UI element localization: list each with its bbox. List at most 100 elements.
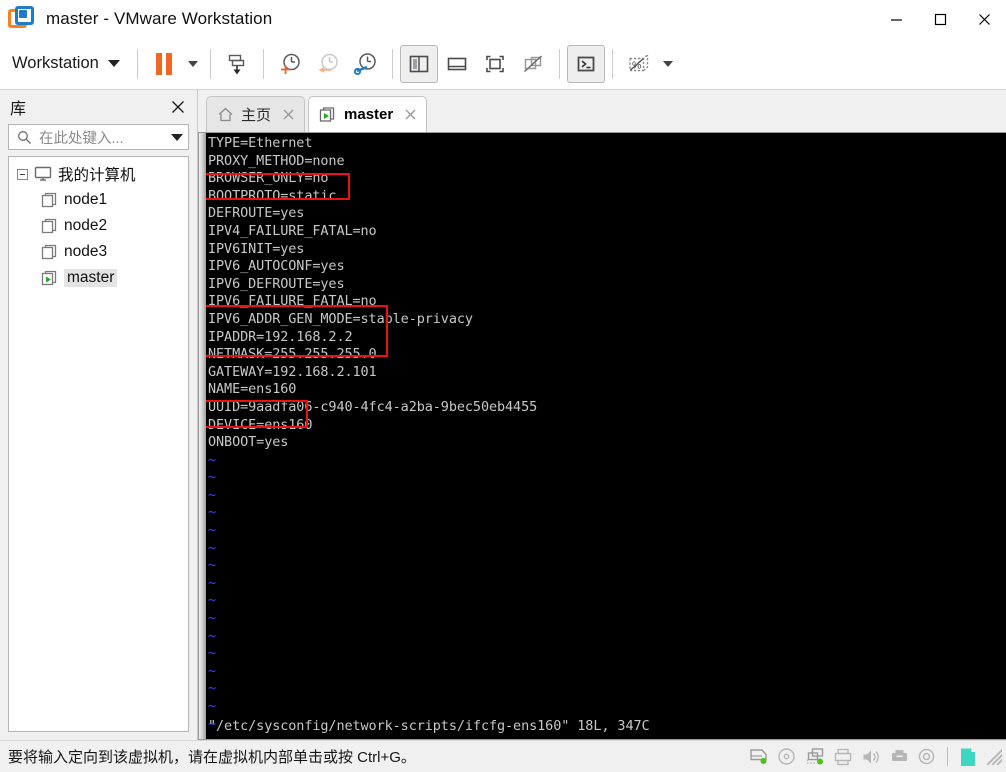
terminal-line: GATEWAY=192.168.2.101 <box>208 363 377 380</box>
library-close-button[interactable] <box>167 96 189 118</box>
library-tree: 我的计算机 node1 node2 node3 master <box>8 156 189 732</box>
terminal-line: PROXY_METHOD=none <box>208 152 345 169</box>
terminal-empty-line-marker: ~ <box>208 486 217 503</box>
maximize-button[interactable] <box>918 0 962 38</box>
status-divider <box>947 747 948 766</box>
terminal-line: IPADDR=192.168.2.2 <box>208 328 353 345</box>
snapshot-manager-icon <box>353 52 376 75</box>
terminal-line: DEVICE=ens160 <box>208 416 313 433</box>
show-thumbnails-button[interactable] <box>438 45 476 83</box>
snapshot-add-icon <box>280 53 300 74</box>
library-panel: 库 在此处键入... 我的计算机 node1 node2 node3 maste… <box>0 90 198 740</box>
vm-scrollbar[interactable] <box>199 133 206 739</box>
status-bar: 要将输入定向到该虚拟机，请在虚拟机内部单击或按 Ctrl+G。 <box>0 740 1006 772</box>
take-snapshot-button[interactable] <box>271 45 309 83</box>
status-message: 要将输入定向到该虚拟机，请在虚拟机内部单击或按 Ctrl+G。 <box>8 749 416 766</box>
close-button[interactable] <box>962 0 1006 38</box>
terminal-line: IPV6INIT=yes <box>208 240 305 257</box>
stretch-dropdown-button[interactable] <box>658 45 678 83</box>
tab-home[interactable]: 主页 <box>206 96 306 132</box>
sidebar-item-my-computer[interactable]: 我的计算机 <box>9 161 188 187</box>
sidebar-item-label: node2 <box>64 217 108 234</box>
vm-icon <box>41 244 57 260</box>
sidebar-item-node1[interactable]: node1 <box>9 187 188 213</box>
title-bar: master - VMware Workstation <box>0 0 1006 38</box>
power-dropdown-button[interactable] <box>183 45 203 83</box>
workstation-menu-button[interactable]: Workstation <box>6 48 130 79</box>
vm-running-icon <box>41 270 57 286</box>
toolbar-divider <box>611 48 613 79</box>
printer-status-icon[interactable] <box>830 744 856 770</box>
expander-icon[interactable] <box>17 168 28 180</box>
guest-terminal[interactable]: TYPE=Ethernet PROXY_METHOD=none BROWSER_ON… <box>206 133 1006 739</box>
toolbar-divider <box>262 48 264 79</box>
terminal-line: IPV6_AUTOCONF=yes <box>208 258 345 275</box>
home-icon <box>218 107 233 122</box>
sound-card-status-icon[interactable] <box>858 744 884 770</box>
search-input[interactable]: 在此处键入... <box>39 127 164 148</box>
vmware-logo-icon <box>8 5 34 32</box>
library-search-wrap: 在此处键入... <box>0 124 197 156</box>
terminal-line: NETMASK=255.255.255.0 <box>208 346 377 363</box>
terminal-line: UUID=9aadfa06-c940-4fc4-a2ba-9bec50eb445… <box>208 398 538 415</box>
fullscreen-button[interactable] <box>476 45 514 83</box>
terminal-line: ONBOOT=yes <box>208 434 289 451</box>
sidebar-item-node2[interactable]: node2 <box>9 213 188 239</box>
workspace: 库 在此处键入... 我的计算机 node1 node2 node3 maste… <box>0 90 1006 740</box>
terminal-empty-line-marker: ~ <box>208 698 217 714</box>
terminal-empty-line-marker: ~ <box>208 469 217 486</box>
vm-icon <box>41 218 57 234</box>
network-adapter-status-icon[interactable] <box>802 744 828 770</box>
terminal-empty-line-marker: ~ <box>208 610 217 627</box>
revert-snapshot-button[interactable] <box>309 45 347 83</box>
workstation-menu-label: Workstation <box>12 54 99 72</box>
close-icon <box>405 109 416 120</box>
sidebar-item-master[interactable]: master <box>9 265 188 291</box>
show-library-button[interactable] <box>399 44 438 83</box>
sidebar-item-label: master <box>64 269 118 287</box>
terminal-empty-line-marker: ~ <box>208 557 217 574</box>
suspend-vm-button[interactable] <box>145 45 183 83</box>
toolbar-divider <box>558 48 560 79</box>
terminal-empty-line-marker: ~ <box>208 662 217 679</box>
manage-snapshot-button[interactable] <box>218 45 256 83</box>
toolbar-divider <box>391 48 393 79</box>
vm-console[interactable]: TYPE=Ethernet PROXY_METHOD=none BROWSER_ON… <box>198 132 1006 740</box>
terminal-empty-line-marker: ~ <box>208 645 217 662</box>
console-view-button[interactable] <box>566 44 605 83</box>
terminal-content: TYPE=Ethernet PROXY_METHOD=none BROWSER_ON… <box>208 135 1006 739</box>
tab-master[interactable]: master <box>308 96 428 132</box>
terminal-line: IPV6_DEFROUTE=yes <box>208 275 345 292</box>
snapshot-icon <box>228 54 245 74</box>
chevron-down-icon[interactable] <box>171 133 183 141</box>
fullscreen-icon <box>486 55 504 72</box>
snapshot-revert-icon <box>318 53 338 73</box>
display-status-icon[interactable] <box>955 744 981 770</box>
window-title: master - VMware Workstation <box>46 8 273 28</box>
search-icon <box>18 130 31 144</box>
camera-status-icon[interactable] <box>914 744 940 770</box>
resize-grip-icon[interactable] <box>986 748 1002 765</box>
sidebar-item-node3[interactable]: node3 <box>9 239 188 265</box>
thumbnail-bar-icon <box>447 57 467 70</box>
terminal-empty-line-marker: ~ <box>208 522 217 539</box>
terminal-line: BOOTPROTO=static <box>208 187 337 204</box>
minimize-button[interactable] <box>874 0 918 38</box>
terminal-line: DEFROUTE=yes <box>208 205 305 222</box>
main-toolbar: Workstation % <box>0 38 1006 90</box>
snapshot-manager-button[interactable] <box>347 45 385 83</box>
tab-close-button[interactable] <box>280 107 296 123</box>
unity-mode-button[interactable] <box>514 45 552 83</box>
stretch-guest-button[interactable]: % <box>620 45 658 83</box>
library-search-box[interactable]: 在此处键入... <box>8 124 189 150</box>
hard-disk-status-icon[interactable] <box>746 744 772 770</box>
tab-close-button[interactable] <box>402 107 418 123</box>
terminal-line: IPV6_FAILURE_FATAL=no <box>208 293 377 310</box>
toolbar-divider <box>136 48 138 79</box>
library-panel-icon <box>409 55 429 72</box>
usb-device-status-icon[interactable] <box>886 744 912 770</box>
cd-dvd-status-icon[interactable] <box>774 744 800 770</box>
stretch-percent-icon: % <box>629 53 649 71</box>
terminal-empty-line-marker: ~ <box>208 451 217 468</box>
chevron-down-icon <box>107 60 120 67</box>
